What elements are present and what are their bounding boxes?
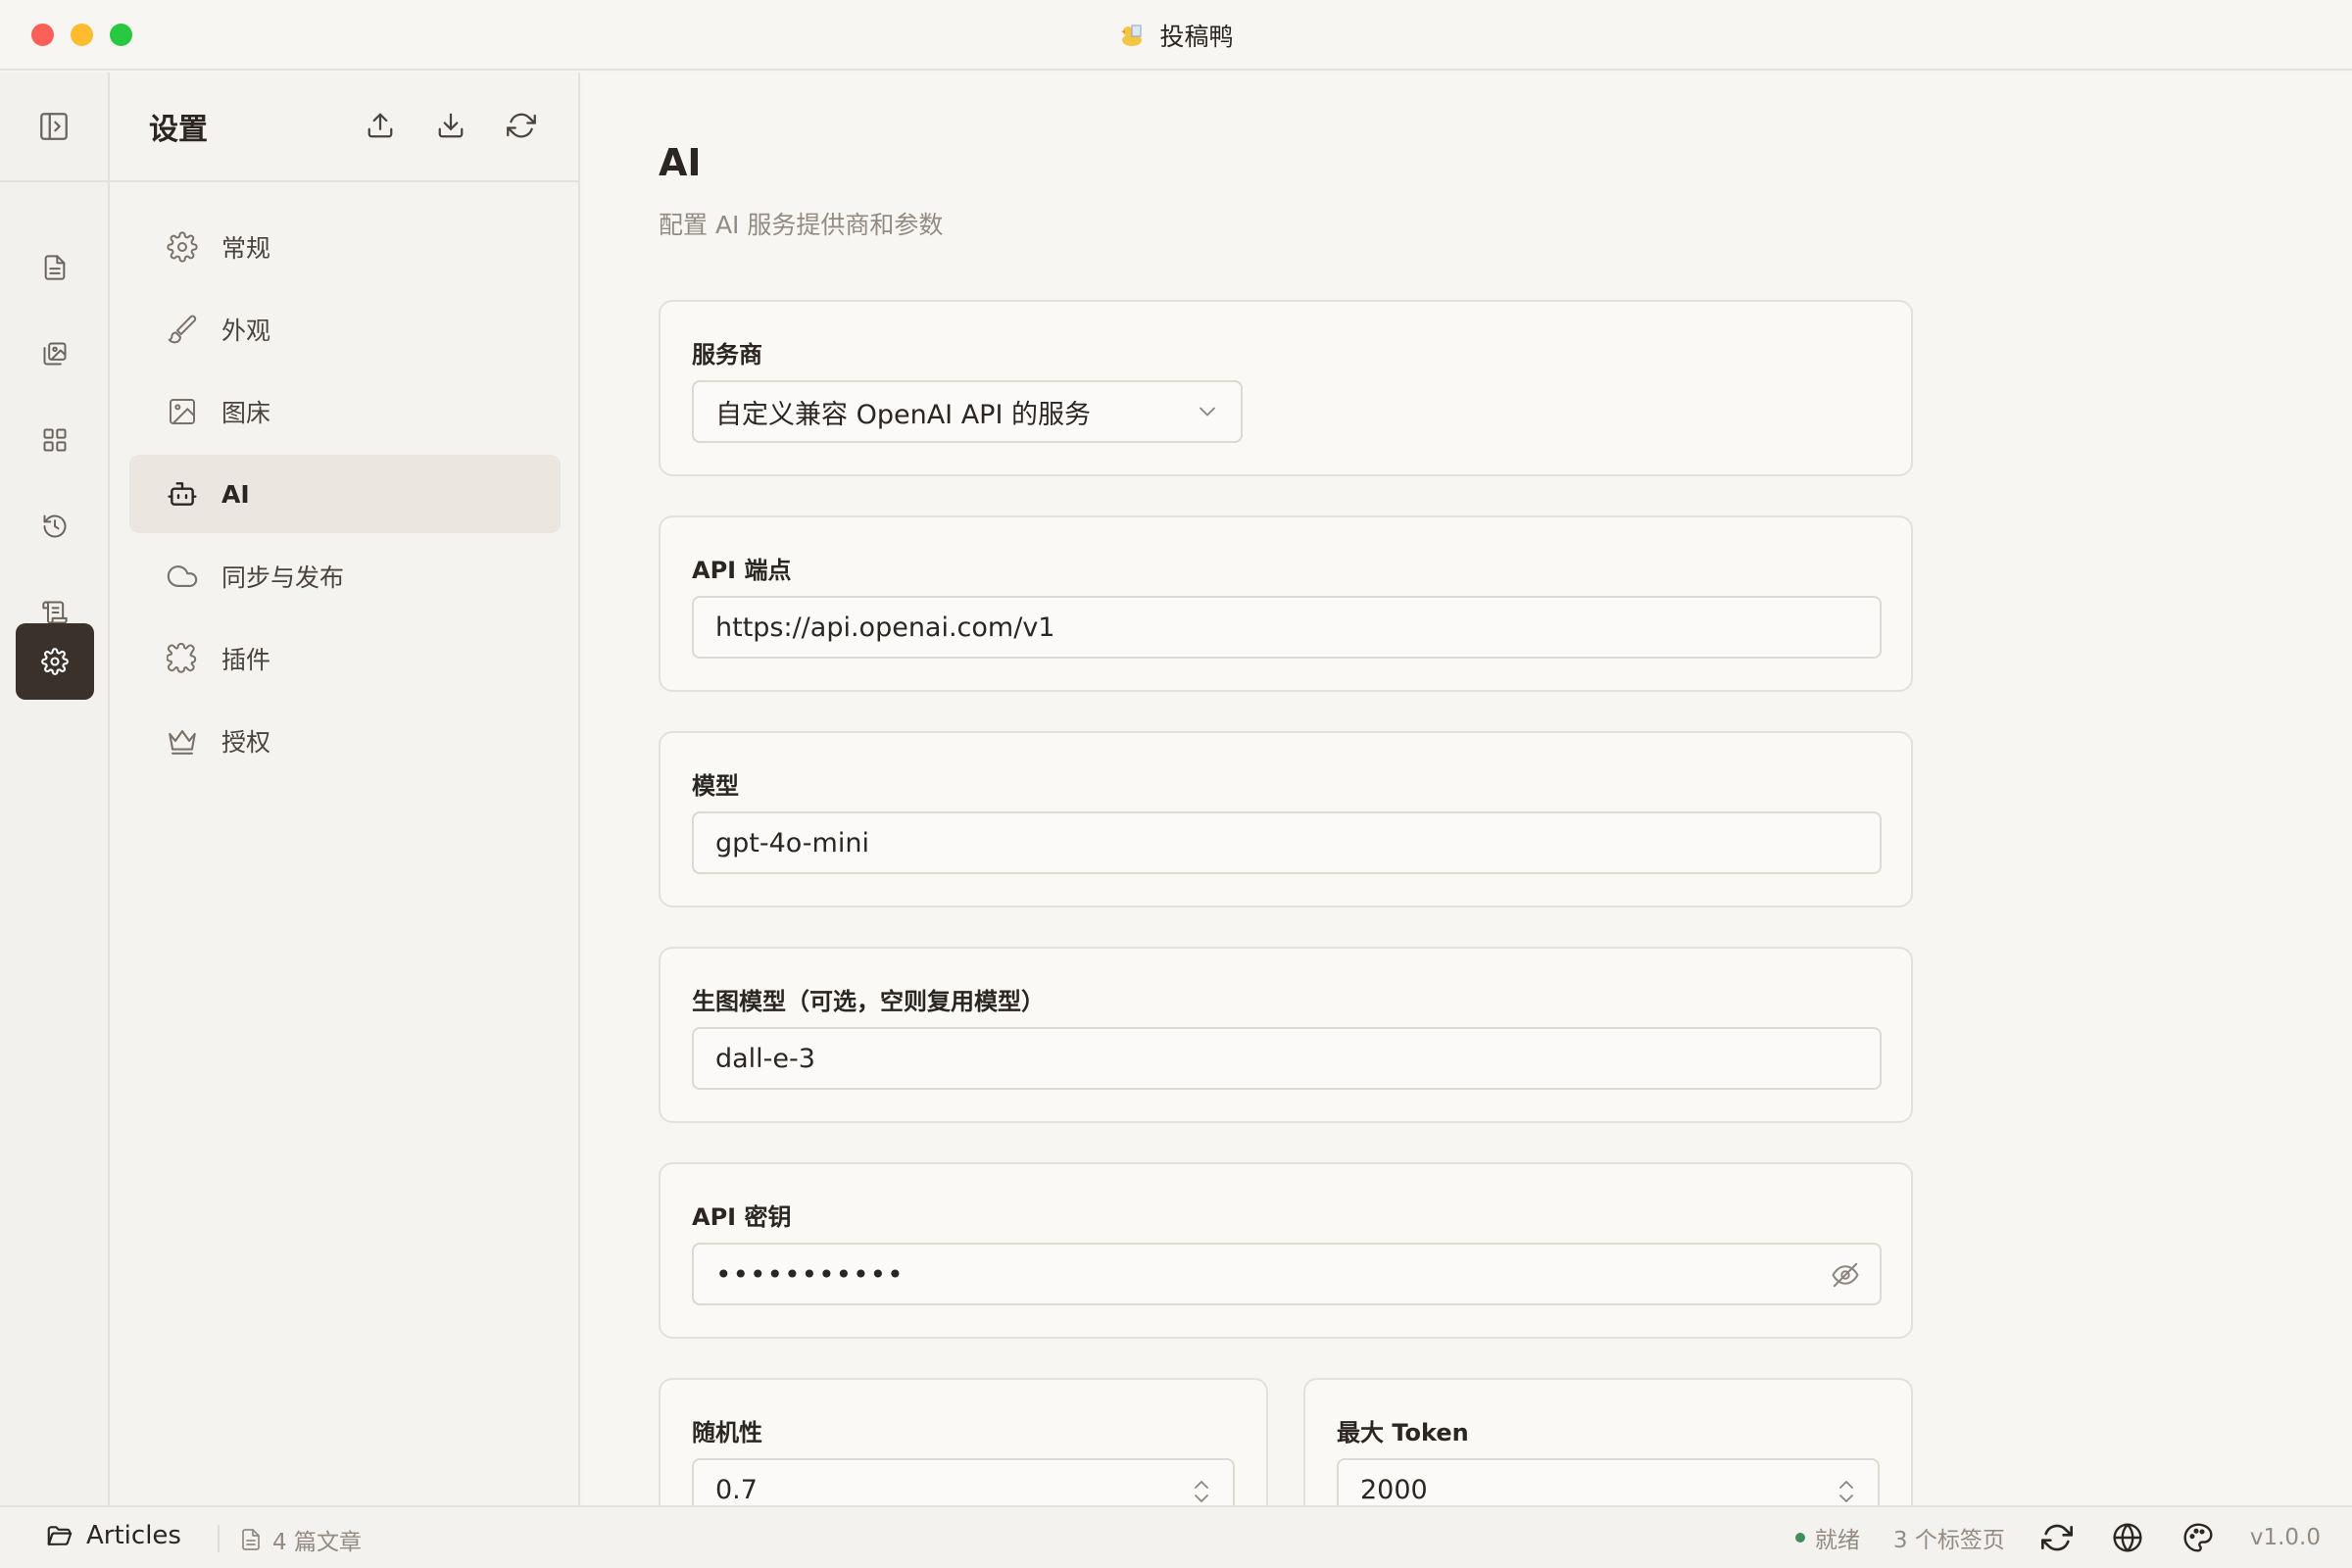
rail-articles-button[interactable]	[16, 229, 94, 306]
image-model-label: 生图模型（可选，空则复用模型）	[692, 988, 1045, 1015]
api-key-label: API 密钥	[692, 1203, 792, 1231]
max-tokens-input[interactable]: 2000	[1337, 1458, 1880, 1505]
document-icon	[239, 1528, 263, 1551]
image-icon	[165, 394, 200, 429]
cloud-icon	[165, 559, 200, 594]
activity-rail	[0, 73, 110, 1505]
temperature-label: 随机性	[692, 1419, 762, 1446]
stepper-icon[interactable]	[1835, 1476, 1858, 1505]
title-bar: 投稿鸭	[0, 0, 2352, 71]
app-logo-icon	[1118, 22, 1146, 49]
article-count: 4 篇文章	[239, 1523, 362, 1556]
palette-icon	[2183, 1523, 2213, 1552]
nav-item-appearance[interactable]: 外观	[129, 290, 561, 368]
status-divider	[218, 1525, 220, 1552]
temperature-input[interactable]: 0.7	[692, 1458, 1235, 1505]
toggle-sidebar-icon[interactable]	[37, 110, 71, 143]
crown-icon	[165, 723, 200, 759]
status-text: 就绪	[1814, 1528, 1860, 1553]
nav-item-label: 授权	[221, 728, 271, 757]
refresh-icon	[507, 113, 536, 138]
nav-item-label: 插件	[221, 646, 271, 674]
rail-history-button[interactable]	[16, 488, 94, 564]
max-tokens-card: 最大 Token 2000	[1303, 1378, 1913, 1505]
model-card: 模型 gpt-4o-mini	[659, 731, 1913, 907]
nav-item-license[interactable]: 授权	[129, 702, 561, 780]
language-button[interactable]	[2109, 1519, 2146, 1556]
provider-select[interactable]: 自定义兼容 OpenAI API 的服务	[692, 380, 1243, 443]
puzzle-icon	[165, 641, 200, 676]
temperature-value: 0.7	[715, 1474, 758, 1505]
reset-settings-button[interactable]	[504, 108, 539, 143]
globe-icon	[2113, 1523, 2142, 1552]
refresh-icon	[2040, 1524, 2073, 1551]
window-title: 投稿鸭	[1159, 23, 1234, 51]
provider-value: 自定义兼容 OpenAI API 的服务	[715, 399, 1092, 430]
status-indicator: 就绪	[1794, 1521, 1860, 1554]
endpoint-label: API 端点	[692, 557, 792, 584]
api-key-card: API 密钥 •••••••••••	[659, 1162, 1913, 1339]
status-bar: Articles 4 篇文章 就绪 3 个标签页 v1.0.0	[0, 1505, 2352, 1568]
model-input[interactable]: gpt-4o-mini	[692, 811, 1882, 874]
scroll-icon	[41, 599, 69, 626]
document-icon	[41, 254, 69, 281]
workspace-name: Articles	[86, 1521, 181, 1550]
rail-settings-button[interactable]	[16, 623, 94, 700]
settings-content: AI 配置 AI 服务提供商和参数 服务商 自定义兼容 OpenAI API 的…	[582, 73, 2352, 1505]
grid-icon	[41, 426, 69, 454]
image-model-card: 生图模型（可选，空则复用模型） dall-e-3	[659, 947, 1913, 1123]
theme-button[interactable]	[2180, 1519, 2217, 1556]
rail-apps-button[interactable]	[16, 402, 94, 478]
temperature-card: 随机性 0.7	[659, 1378, 1268, 1505]
upload-icon	[368, 113, 393, 138]
stepper-icon[interactable]	[1190, 1476, 1213, 1505]
workspace-button[interactable]: Articles	[45, 1521, 181, 1550]
sync-button[interactable]	[2038, 1519, 2076, 1556]
api-key-value: •••••••••••	[715, 1257, 905, 1291]
version-label: v1.0.0	[2249, 1525, 2321, 1550]
folder-open-icon	[45, 1521, 74, 1550]
settings-nav: 常规 外观 图床 AI 同步与发布 插件 授权	[129, 208, 561, 784]
images-icon	[41, 340, 69, 368]
endpoint-input[interactable]: https://api.openai.com/v1	[692, 596, 1882, 659]
nav-item-label: 同步与发布	[221, 564, 345, 592]
endpoint-card: API 端点 https://api.openai.com/v1	[659, 515, 1913, 692]
tab-count: 3 个标签页	[1892, 1528, 2005, 1553]
nav-item-label: 图床	[221, 399, 271, 427]
max-tokens-value: 2000	[1360, 1474, 1428, 1505]
history-icon	[41, 513, 69, 540]
gear-icon	[165, 229, 200, 265]
chevron-down-icon	[1194, 398, 1221, 425]
nav-item-ai[interactable]: AI	[129, 455, 561, 533]
page-subtitle: 配置 AI 服务提供商和参数	[659, 211, 944, 239]
provider-card: 服务商 自定义兼容 OpenAI API 的服务	[659, 300, 1913, 476]
nav-item-plugins[interactable]: 插件	[129, 619, 561, 698]
nav-item-label: AI	[221, 479, 250, 509]
nav-item-label: 常规	[221, 234, 271, 263]
brush-icon	[165, 312, 200, 347]
model-label: 模型	[692, 772, 739, 800]
api-key-input[interactable]: •••••••••••	[692, 1243, 1882, 1305]
page-title: AI	[659, 141, 702, 184]
rail-images-button[interactable]	[16, 316, 94, 392]
import-settings-button[interactable]	[433, 108, 468, 143]
gear-icon	[41, 648, 69, 675]
nav-item-image-host[interactable]: 图床	[129, 372, 561, 451]
settings-title: 设置	[149, 113, 208, 147]
nav-item-label: 外观	[221, 317, 271, 345]
status-dot	[1794, 1533, 1805, 1543]
settings-sidebar: 设置 常规 外观 图床 AI 同步与发布 插件 授权	[110, 73, 580, 1505]
article-count-text: 4 篇文章	[272, 1530, 362, 1555]
image-model-input[interactable]: dall-e-3	[692, 1027, 1882, 1090]
export-settings-button[interactable]	[363, 108, 398, 143]
nav-item-general[interactable]: 常规	[129, 208, 561, 286]
max-tokens-label: 最大 Token	[1337, 1419, 1469, 1446]
provider-label: 服务商	[692, 341, 762, 368]
nav-item-sync-publish[interactable]: 同步与发布	[129, 537, 561, 615]
eye-off-icon[interactable]	[1831, 1260, 1860, 1290]
robot-icon	[165, 476, 200, 512]
download-icon	[438, 113, 464, 138]
